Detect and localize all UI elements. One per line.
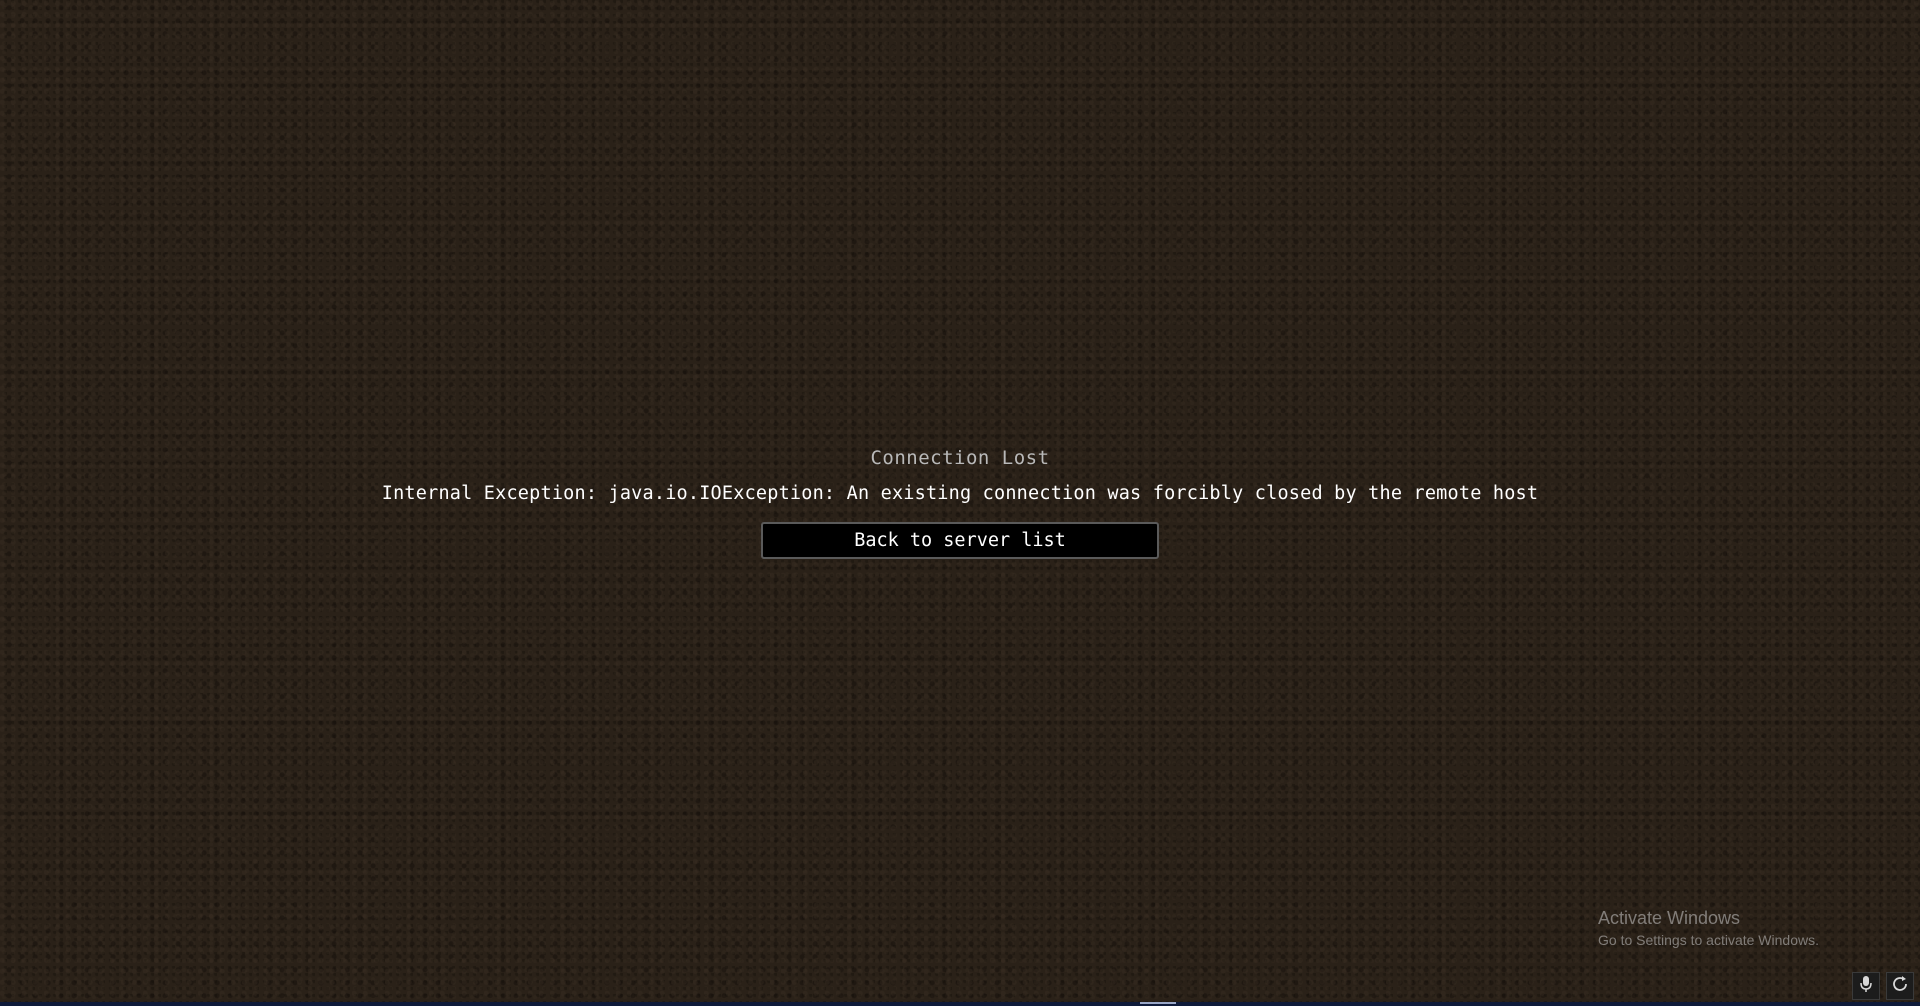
watermark-subtitle: Go to Settings to activate Windows.	[1598, 932, 1819, 948]
microphone-icon	[1859, 975, 1873, 997]
error-message: Internal Exception: java.io.IOException:…	[381, 483, 1539, 504]
refresh-icon	[1891, 975, 1909, 997]
microphone-button[interactable]	[1852, 972, 1880, 1000]
overlay-tray	[1852, 972, 1914, 1000]
taskbar-indicator	[1140, 1002, 1176, 1004]
taskbar-edge	[0, 1002, 1920, 1006]
watermark-title: Activate Windows	[1598, 908, 1741, 928]
disconnect-panel: Connection Lost Internal Exception: java…	[0, 444, 1920, 508]
back-to-server-list-button[interactable]: Back to server list	[761, 522, 1159, 559]
screen-title: Connection Lost	[870, 447, 1050, 469]
refresh-button[interactable]	[1886, 972, 1914, 1000]
activate-windows-watermark: Activate Windows Go to Settings to activ…	[1598, 906, 1819, 950]
